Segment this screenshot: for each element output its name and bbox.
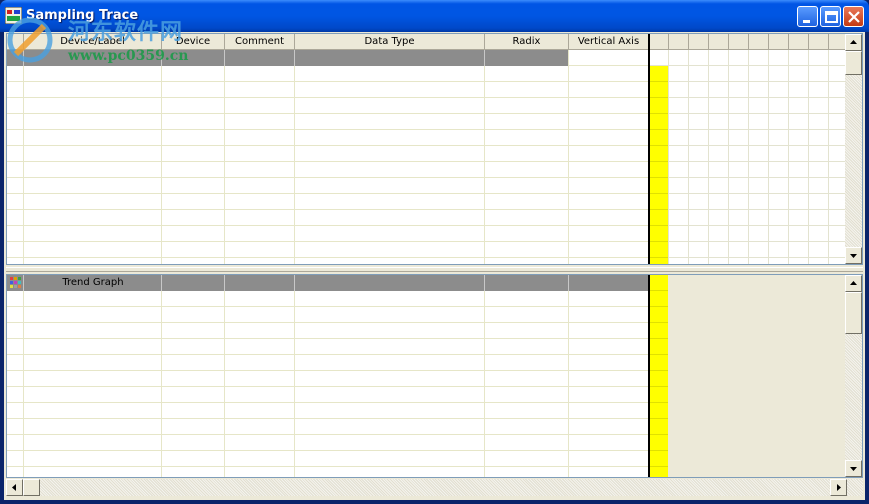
minimize-icon: [803, 20, 810, 23]
scroll-up-button[interactable]: [845, 34, 862, 51]
selected-table-row[interactable]: [7, 50, 568, 66]
horizontal-scrollbar[interactable]: [6, 479, 863, 496]
top-vertical-scrollbar[interactable]: [845, 34, 862, 264]
trace-chart-area[interactable]: [649, 34, 846, 264]
cursor-band[interactable]: [649, 66, 668, 264]
scroll-up-button[interactable]: [845, 275, 862, 292]
column-header: Device/Label Device Comment Data Type Ra…: [7, 34, 649, 50]
window-title: Sampling Trace: [26, 8, 139, 23]
scroll-thumb[interactable]: [845, 51, 862, 75]
pane-splitter[interactable]: [6, 267, 863, 272]
trend-cursor-band[interactable]: [649, 275, 668, 477]
close-button[interactable]: [843, 6, 864, 27]
header-comment[interactable]: Comment: [225, 34, 295, 50]
sampling-trace-window: Sampling Trace Device/Label Device Comme: [0, 0, 869, 504]
trend-graph-pane: Trend Graph: [6, 274, 863, 478]
bottom-vertical-scrollbar[interactable]: [845, 275, 862, 477]
header-device-label[interactable]: Device/Label: [24, 34, 162, 50]
trend-grid: [7, 275, 649, 477]
arrow-down-icon: [850, 467, 857, 471]
header-radix[interactable]: Radix: [485, 34, 569, 50]
maximize-icon: [825, 11, 838, 23]
scroll-down-button[interactable]: [845, 247, 862, 264]
arrow-left-icon: [12, 484, 16, 491]
arrow-right-icon: [837, 484, 841, 491]
trend-chart-area[interactable]: [649, 275, 846, 477]
title-bar[interactable]: Sampling Trace: [0, 0, 869, 32]
client-area: Device/Label Device Comment Data Type Ra…: [4, 32, 865, 500]
arrow-up-icon: [850, 40, 857, 44]
scroll-thumb[interactable]: [845, 292, 862, 334]
cursor-line[interactable]: [648, 34, 650, 264]
header-corner[interactable]: [7, 34, 24, 50]
horizontal-scroll-thumb[interactable]: [23, 479, 40, 496]
header-data-type[interactable]: Data Type: [295, 34, 485, 50]
device-grid: [7, 34, 649, 264]
trend-cursor-line[interactable]: [648, 275, 650, 477]
sampling-trace-app-icon: [5, 7, 22, 24]
scroll-down-button[interactable]: [845, 460, 862, 477]
trace-setting-pane: Device/Label Device Comment Data Type Ra…: [6, 33, 863, 265]
arrow-up-icon: [850, 281, 857, 285]
scroll-right-button[interactable]: [830, 479, 847, 496]
chart-timeline-header: [649, 34, 846, 50]
maximize-button[interactable]: [820, 6, 841, 27]
header-vertical-axis[interactable]: Vertical Axis: [569, 34, 649, 50]
close-icon: [848, 11, 860, 23]
header-device[interactable]: Device: [162, 34, 225, 50]
trend-graph-row[interactable]: Trend Graph: [7, 275, 649, 291]
arrow-down-icon: [850, 254, 857, 258]
minimize-button[interactable]: [797, 6, 818, 27]
scroll-left-button[interactable]: [6, 479, 23, 496]
